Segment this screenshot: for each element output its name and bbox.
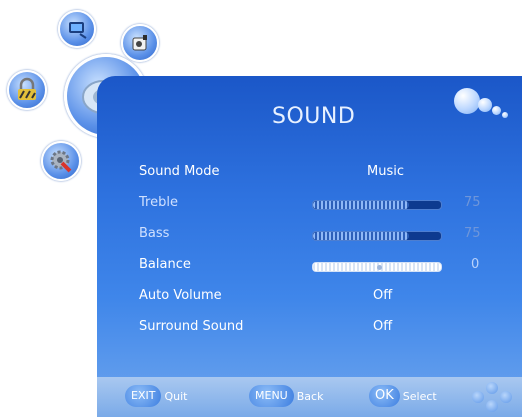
setting-surround-sound[interactable]: Surround Sound Off bbox=[97, 319, 522, 341]
setting-value: 75 bbox=[464, 195, 481, 210]
setting-treble[interactable]: Treble 75 bbox=[97, 195, 522, 217]
setting-sound-mode[interactable]: Sound Mode Music bbox=[97, 164, 522, 186]
setting-value: Music bbox=[367, 164, 404, 179]
exit-hint[interactable]: EXIT Quit bbox=[125, 385, 187, 407]
treble-slider[interactable] bbox=[312, 200, 442, 210]
bass-slider-fill bbox=[313, 232, 409, 240]
setting-value: Off bbox=[373, 319, 393, 334]
setting-value: 0 bbox=[471, 257, 480, 272]
menu-hint[interactable]: MENU Back bbox=[249, 385, 323, 407]
bass-slider[interactable] bbox=[312, 231, 442, 241]
dpad-icon bbox=[472, 382, 512, 412]
setting-bass[interactable]: Bass 75 bbox=[97, 226, 522, 248]
setting-label: Balance bbox=[139, 257, 191, 272]
setting-balance[interactable]: Balance 0 bbox=[97, 257, 522, 279]
ok-key-icon[interactable]: OK bbox=[369, 385, 400, 407]
setting-value: 75 bbox=[464, 226, 481, 241]
setting-label: Sound Mode bbox=[139, 164, 220, 179]
exit-key-icon[interactable]: EXIT bbox=[125, 385, 162, 407]
menu-title: SOUND bbox=[272, 104, 356, 129]
sound-menu-panel: SOUND Sound Mode Music Treble 75 Bass 75… bbox=[97, 76, 522, 417]
ok-hint-label: Select bbox=[402, 389, 437, 403]
setting-auto-volume[interactable]: Auto Volume Off bbox=[97, 288, 522, 310]
bubbles-decoration-icon bbox=[452, 82, 516, 126]
balance-slider-knob[interactable] bbox=[377, 265, 382, 270]
setting-label: Auto Volume bbox=[139, 288, 222, 303]
balance-slider[interactable] bbox=[312, 262, 442, 272]
setting-label: Surround Sound bbox=[139, 319, 244, 334]
lock-icon[interactable] bbox=[7, 70, 47, 110]
exit-hint-label: Quit bbox=[164, 389, 188, 403]
setting-label: Bass bbox=[139, 226, 170, 241]
menu-hint-label: Back bbox=[296, 389, 324, 403]
setup-icon[interactable] bbox=[41, 141, 81, 181]
treble-slider-fill bbox=[313, 201, 409, 209]
menu-key-icon[interactable]: MENU bbox=[249, 385, 294, 407]
ok-hint[interactable]: OK Select bbox=[369, 385, 437, 407]
key-hint-bar: EXIT Quit MENU Back OK Select bbox=[97, 377, 522, 417]
setting-value: Off bbox=[373, 288, 393, 303]
setting-label: Treble bbox=[139, 195, 178, 210]
picture-icon[interactable] bbox=[58, 10, 96, 48]
